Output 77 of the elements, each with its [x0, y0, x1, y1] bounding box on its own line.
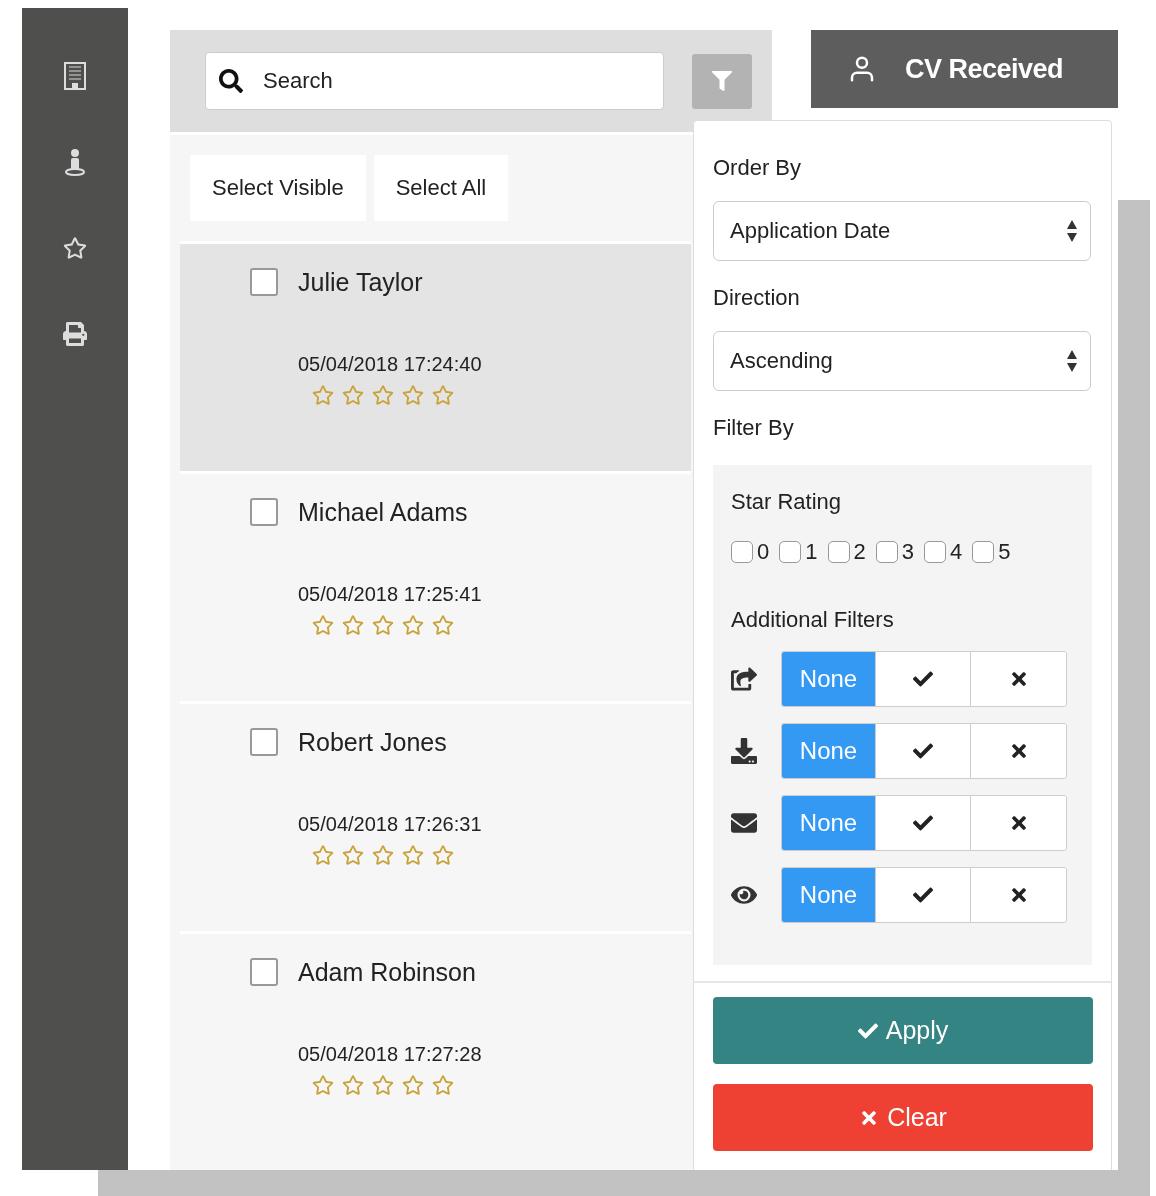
candidate-name: Adam Robinson	[298, 958, 476, 986]
star-icon	[432, 614, 454, 636]
updown-icon	[1066, 349, 1078, 373]
toggle-option[interactable]	[970, 652, 1066, 706]
star-icon	[372, 384, 394, 406]
application-date: 05/04/2018 17:27:28	[298, 1042, 482, 1067]
candidate-name: Michael Adams	[298, 498, 468, 526]
rating-label: 1	[805, 539, 818, 565]
check-icon	[913, 885, 933, 905]
checkbox[interactable]	[250, 498, 278, 526]
field-label: Filter By	[713, 414, 795, 442]
search-icon	[219, 69, 243, 93]
rating-label: 0	[757, 539, 770, 565]
checkbox[interactable]	[875, 541, 898, 563]
star-icon	[372, 614, 394, 636]
rating-label: 2	[853, 539, 866, 565]
star-icon	[342, 614, 364, 636]
application-date: 05/04/2018 17:24:40	[298, 352, 482, 377]
select-button[interactable]: Select All	[373, 155, 509, 221]
checkbox[interactable]	[250, 268, 278, 296]
check-icon	[913, 669, 933, 689]
clear-button[interactable]: Clear	[713, 1084, 1093, 1151]
download-icon	[731, 738, 757, 764]
star-icon	[432, 844, 454, 866]
checkbox[interactable]	[827, 541, 850, 563]
checkbox[interactable]	[972, 541, 995, 563]
toggle-option[interactable]	[875, 652, 970, 706]
star-icon	[432, 1074, 454, 1096]
section-title: Additional Filters	[731, 606, 895, 634]
star-icon	[432, 384, 454, 406]
select-button[interactable]: Select Visible	[190, 155, 366, 221]
toggle-option[interactable]	[970, 724, 1066, 778]
share-icon	[731, 666, 757, 692]
rating-label: 4	[950, 539, 963, 565]
order-select[interactable]: Application Date	[713, 201, 1091, 261]
toggle-option[interactable]	[875, 724, 970, 778]
check-icon	[913, 813, 933, 833]
toggle-option[interactable]	[875, 868, 970, 922]
checkbox[interactable]	[250, 728, 278, 756]
candidate-row[interactable]: Julie Taylor 05/04/2018 17:24:40	[180, 241, 691, 471]
star-icon	[342, 844, 364, 866]
search-field[interactable]: Search	[205, 52, 664, 110]
star-icon	[312, 1074, 334, 1096]
check-icon	[913, 741, 933, 761]
toggle-option[interactable]	[875, 796, 970, 850]
stage-title: CV Received	[905, 53, 1064, 85]
star-icon	[342, 384, 364, 406]
field-label: Direction	[713, 284, 801, 312]
application-date: 05/04/2018 17:25:41	[298, 582, 482, 607]
checkbox[interactable]	[731, 541, 753, 563]
star-icon	[402, 844, 424, 866]
toggle-option[interactable]	[970, 796, 1066, 850]
star-icon	[312, 844, 334, 866]
star-icon	[402, 384, 424, 406]
direction-select[interactable]: Ascending	[713, 331, 1091, 391]
mail-icon	[731, 810, 757, 836]
filter-icon	[712, 71, 732, 91]
star-icon	[312, 614, 334, 636]
checkbox[interactable]	[924, 541, 946, 563]
toggle-option[interactable]	[970, 868, 1066, 922]
checkbox[interactable]	[779, 541, 802, 563]
candidate-name: Robert Jones	[298, 728, 447, 756]
field-label: Order By	[713, 154, 803, 182]
star-icon	[372, 844, 394, 866]
rating-label: 3	[901, 539, 914, 565]
apply-button[interactable]: Apply	[713, 997, 1093, 1064]
checkbox[interactable]	[250, 958, 278, 986]
updown-icon	[1066, 219, 1078, 243]
star-icon	[402, 614, 424, 636]
star-icon	[312, 384, 334, 406]
star-icon	[402, 1074, 424, 1096]
star-icon	[372, 1074, 394, 1096]
application-date: 05/04/2018 17:26:31	[298, 812, 482, 837]
star-icon	[342, 1074, 364, 1096]
section-title: Star Rating	[731, 488, 843, 516]
rating-label: 5	[998, 539, 1011, 565]
candidate-name: Julie Taylor	[298, 268, 423, 296]
